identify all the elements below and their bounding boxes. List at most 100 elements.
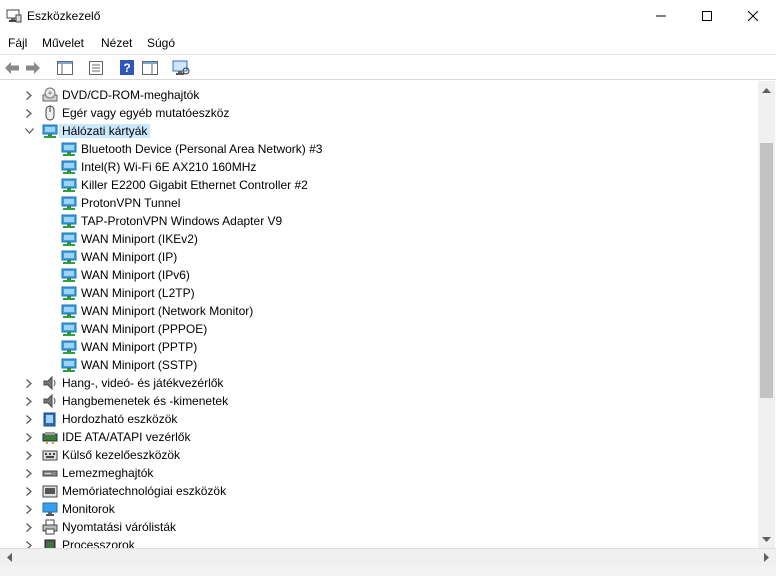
expand-chevron-icon[interactable] [24,377,34,389]
ide-controller-icon [42,429,58,445]
tree-device-row[interactable]: Intel(R) Wi-Fi 6E AX210 160MHz [0,158,758,176]
properties-button[interactable] [87,59,105,76]
network-adapter-icon [61,141,77,157]
network-adapter-icon [61,231,77,247]
scroll-right-arrow-icon [763,553,769,562]
disk-drive-icon [42,465,58,481]
device-manager-window: Eszközkezelő Fájl Művelet Nézet Súgó ? D… [0,0,776,566]
tree-device-row[interactable]: WAN Miniport (IKEv2) [0,230,758,248]
tree-category-row[interactable]: Egér vagy egyéb mutatóeszköz [0,104,758,122]
expand-chevron-icon[interactable] [24,431,34,443]
tree-device-row[interactable]: Killer E2200 Gigabit Ethernet Controller… [0,176,758,194]
tree-device-row[interactable]: TAP-ProtonVPN Windows Adapter V9 [0,212,758,230]
expand-chevron-icon[interactable] [24,485,34,497]
action-pane-button[interactable] [141,59,159,76]
scroll-right-button[interactable] [758,549,775,566]
menu-help[interactable]: Súgó [147,36,175,50]
title-bar[interactable]: Eszközkezelő [0,0,776,32]
tree-item-label: Memóriatechnológiai eszközök [62,484,227,498]
tree-device-row[interactable]: WAN Miniport (IPv6) [0,266,758,284]
tree-device-row[interactable]: WAN Miniport (Network Monitor) [0,302,758,320]
tree-device-row[interactable]: ProtonVPN Tunnel [0,194,758,212]
mouse-icon [42,105,58,121]
tree-device-row[interactable]: WAN Miniport (SSTP) [0,356,758,374]
scroll-left-button[interactable] [0,549,17,566]
console-tree-icon [57,60,73,75]
tree-item-label: ProtonVPN Tunnel [81,196,181,210]
tree-device-row[interactable]: WAN Miniport (IP) [0,248,758,266]
help-book-icon: ? [120,60,134,75]
tree-category-row[interactable]: IDE ATA/ATAPI vezérlők [0,428,758,446]
tree-item-label: Nyomtatási várólisták [62,520,177,534]
tree-item-label: IDE ATA/ATAPI vezérlők [62,430,191,444]
network-adapter-icon [61,357,77,373]
scroll-down-arrow-icon [762,536,771,542]
tree-device-row[interactable]: Bluetooth Device (Personal Area Network)… [0,140,758,158]
tree-item-label: Külső kezelőeszközök [62,448,181,462]
tree-device-row[interactable]: WAN Miniport (PPTP) [0,338,758,356]
tree-item-label: TAP-ProtonVPN Windows Adapter V9 [81,214,283,228]
tree-item-label: WAN Miniport (PPPOE) [81,322,208,336]
network-adapter-icon [61,321,77,337]
minimize-icon [656,15,666,17]
expand-chevron-icon[interactable] [24,521,34,533]
tree-device-row[interactable]: WAN Miniport (L2TP) [0,284,758,302]
scroll-down-button[interactable] [758,531,775,548]
tree-category-row[interactable]: Külső kezelőeszközök [0,446,758,464]
menu-file[interactable]: Fájl [8,36,27,50]
collapse-chevron-icon[interactable] [24,125,34,137]
scroll-up-arrow-icon [762,87,771,93]
menu-view[interactable]: Nézet [101,36,132,50]
window-title: Eszközkezelő [27,9,101,23]
network-adapter-icon [61,303,77,319]
expand-chevron-icon[interactable] [24,503,34,515]
tree-item-label: Monitorok [62,502,115,516]
tree-item-label: WAN Miniport (Network Monitor) [81,304,254,318]
vertical-scroll-thumb[interactable] [760,143,773,398]
tree-item-label: Hangbemenetek és -kimenetek [62,394,229,408]
expand-chevron-icon[interactable] [24,413,34,425]
tree-category-row[interactable]: Hordozható eszközök [0,410,758,428]
scroll-up-button[interactable] [758,81,775,98]
background-window-strip [0,566,776,576]
expand-chevron-icon[interactable] [24,107,34,119]
tree-item-label: Processzorok [62,538,135,548]
tree-device-row[interactable]: WAN Miniport (PPPOE) [0,320,758,338]
horizontal-scrollbar[interactable] [0,548,776,566]
vertical-scrollbar[interactable] [758,81,775,548]
tree-item-label: Hálózati kártyák [59,124,151,138]
expand-chevron-icon[interactable] [24,89,34,101]
processor-icon [42,537,58,548]
tree-category-row[interactable]: Hangbemenetek és -kimenetek [0,392,758,410]
device-manager-app-icon [6,9,22,23]
forward-button[interactable] [24,59,42,76]
expand-chevron-icon[interactable] [24,467,34,479]
network-adapter-icon [61,285,77,301]
tree-category-row[interactable]: Memóriatechnológiai eszközök [0,482,758,500]
keyboard-icon [42,447,58,463]
tree-category-row[interactable]: Lemezmeghajtók [0,464,758,482]
tree-category-row[interactable]: Nyomtatási várólisták [0,518,758,536]
tree-category-row[interactable]: DVD/CD-ROM-meghajtók [0,86,758,104]
back-button[interactable] [3,59,21,76]
tree-category-row[interactable]: Hang-, videó- és játékvezérlők [0,374,758,392]
scan-hardware-changes-button[interactable] [172,59,190,76]
tree-category-row[interactable]: Monitorok [0,500,758,518]
network-adapter-icon [61,267,77,283]
tree-category-row[interactable]: Processzorok [0,536,758,548]
minimize-button[interactable] [638,0,684,32]
expand-chevron-icon[interactable] [24,449,34,461]
show-hide-console-tree-button[interactable] [56,59,74,76]
help-button[interactable]: ? [118,59,136,76]
maximize-button[interactable] [684,0,730,32]
expand-chevron-icon[interactable] [24,539,34,548]
toolbar: ? [0,54,776,80]
tree-item-label: WAN Miniport (PPTP) [81,340,198,354]
expand-chevron-icon[interactable] [24,395,34,407]
tree-item-label: Intel(R) Wi-Fi 6E AX210 160MHz [81,160,257,174]
tree-category-row[interactable]: Hálózati kártyák [0,122,758,140]
network-adapter-icon [42,123,58,139]
network-adapter-icon [61,159,77,175]
close-button[interactable] [730,0,776,32]
menu-action[interactable]: Művelet [42,36,84,50]
